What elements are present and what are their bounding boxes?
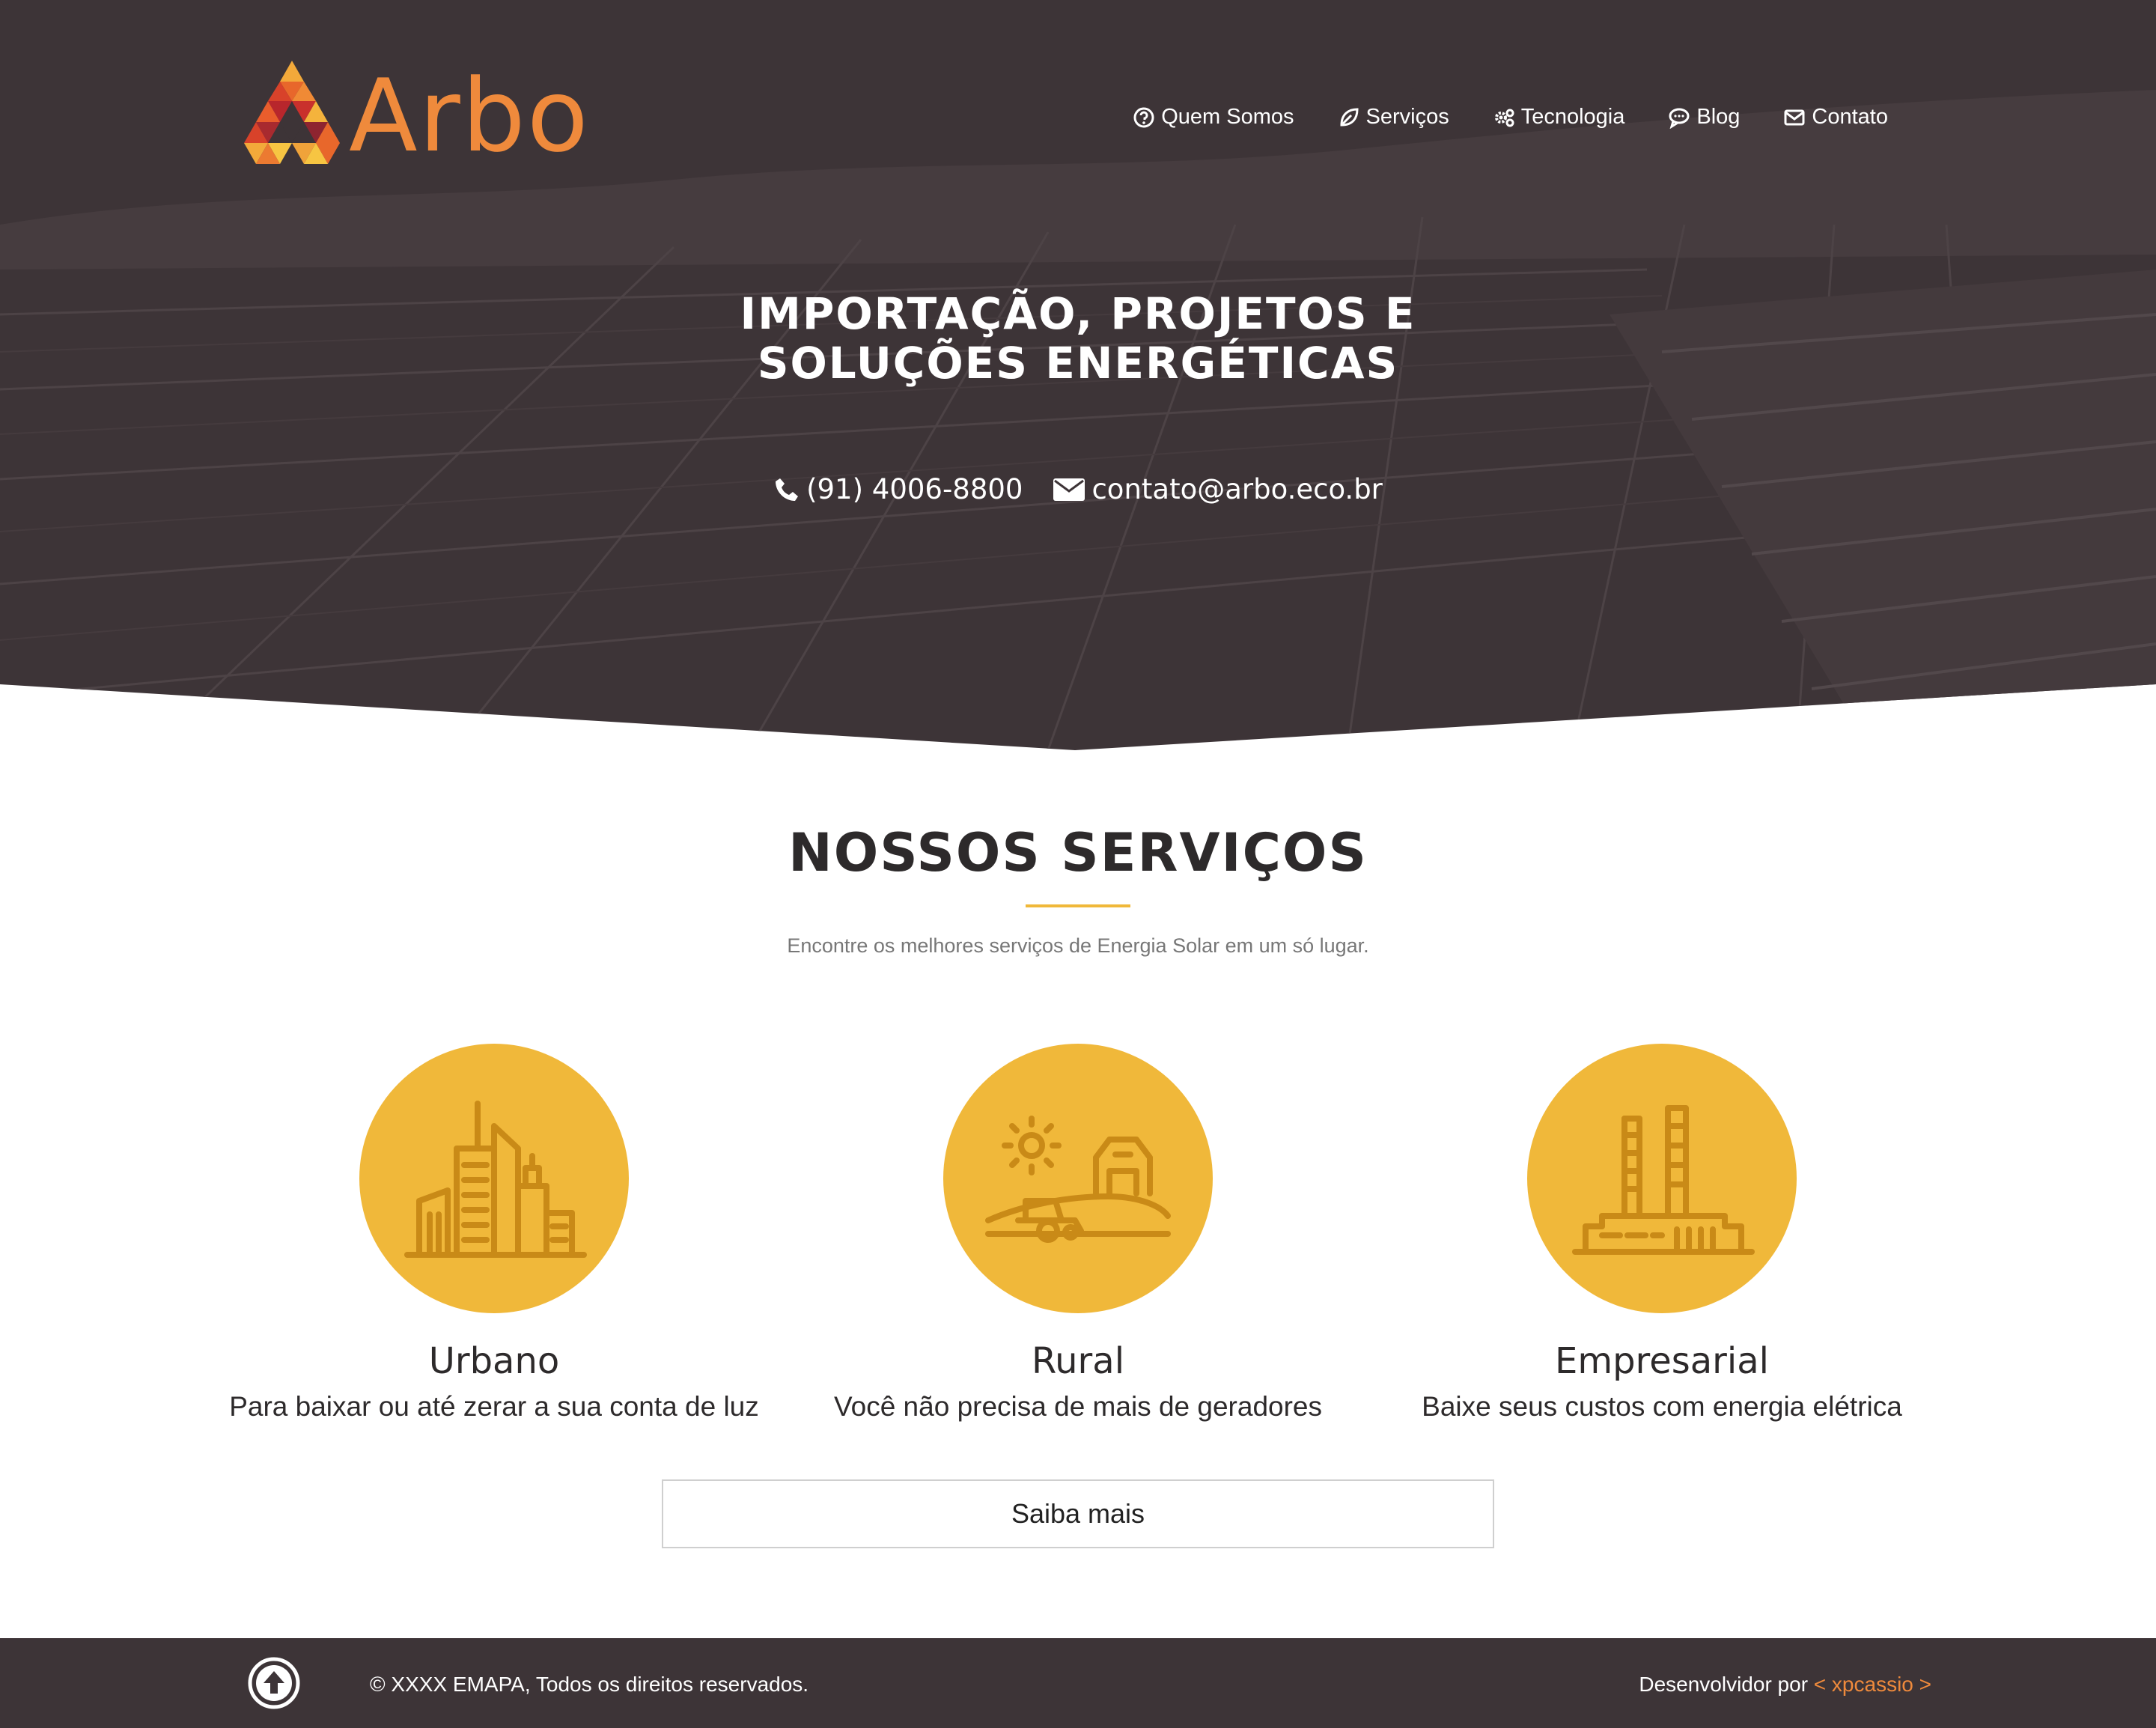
service-title: Empresarial (1554, 1340, 1769, 1382)
developer-credit: Desenvolvidor por < xpcassio > (1639, 1673, 1931, 1697)
nav-label: Contato (1812, 105, 1888, 129)
nav-tecnologia[interactable]: Tecnologia (1493, 105, 1625, 130)
hero-title-line-1: IMPORTAÇÃO, PROJETOS E (740, 288, 1416, 339)
nav-label: Tecnologia (1520, 105, 1625, 129)
nav-quem-somos[interactable]: Quem Somos (1133, 105, 1294, 130)
footer: © XXXX EMAPA, Todos os direitos reservad… (0, 1638, 2156, 1728)
scroll-to-top-icon[interactable] (247, 1656, 301, 1710)
service-card-empresarial[interactable]: Empresarial Baixe seus custos com energi… (1377, 1044, 1946, 1423)
title-underline (1026, 904, 1130, 907)
hero-title-line-2: SOLUÇÕES ENERGÉTICAS (757, 338, 1399, 389)
hero-contacts: (91) 4006-8800 contato@arbo.eco.br (0, 473, 2156, 505)
service-title: Rural (1031, 1340, 1125, 1382)
nav-servicos[interactable]: Serviços (1338, 105, 1449, 130)
envelope-icon (1784, 109, 1805, 125)
arbo-triangle-logo-icon (244, 61, 340, 164)
nav-label: Blog (1696, 105, 1741, 129)
phone-icon (776, 478, 799, 501)
services-title: NOSSOS SERVIÇOS (788, 822, 1368, 883)
leaf-icon (1340, 107, 1359, 127)
service-card-urbano[interactable]: Urbano Para baixar ou até zerar a sua co… (210, 1044, 779, 1423)
developer-prefix: Desenvolvidor por (1639, 1673, 1814, 1696)
gears-icon (1494, 109, 1514, 127)
saiba-mais-button[interactable]: Saiba mais (662, 1479, 1494, 1548)
nav-label: Serviços (1365, 105, 1449, 129)
city-buildings-icon (404, 1101, 587, 1258)
nav-label: Quem Somos (1161, 105, 1294, 129)
phone-number: (91) 4006-8800 (806, 473, 1023, 505)
envelope-icon (1053, 478, 1085, 501)
question-circle-icon (1133, 107, 1154, 127)
services-subtitle: Encontre os melhores serviços de Energia… (787, 934, 1369, 957)
logo[interactable]: Arbo (241, 60, 590, 172)
service-icon-circle (1527, 1044, 1797, 1313)
service-icon-circle (359, 1044, 629, 1313)
factory-icon (1572, 1105, 1755, 1255)
hero-banner: Arbo Quem Somos Serviços Tecnologia Blog… (0, 0, 2156, 750)
nav-blog[interactable]: Blog (1668, 105, 1740, 130)
service-description: Para baixar ou até zerar a sua conta de … (229, 1390, 759, 1422)
service-title: Urbano (428, 1340, 560, 1382)
service-description: Baixe seus custos com energia elétrica (1422, 1390, 1902, 1422)
email-contact[interactable]: contato@arbo.eco.br (1053, 473, 1383, 505)
farm-barn-icon (985, 1116, 1171, 1243)
copyright-text: © XXXX EMAPA, Todos os direitos reservad… (370, 1673, 809, 1696)
service-icon-circle (943, 1044, 1213, 1313)
phone-contact[interactable]: (91) 4006-8800 (773, 473, 1023, 505)
service-description: Você não precisa de mais de geradores (833, 1390, 1323, 1422)
developer-link[interactable]: < xpcassio > (1814, 1673, 1931, 1696)
chat-bubble-icon (1669, 108, 1690, 129)
hero-title: IMPORTAÇÃO, PROJETOS E SOLUÇÕES ENERGÉTI… (0, 289, 2156, 388)
email-address: contato@arbo.eco.br (1091, 473, 1383, 505)
main-nav: Quem Somos Serviços Tecnologia Blog Cont… (1089, 105, 1888, 130)
service-card-rural[interactable]: Rural Você não precisa de mais de gerado… (794, 1044, 1362, 1423)
nav-contato[interactable]: Contato (1783, 105, 1888, 130)
logo-wordmark: Arbo (349, 58, 590, 174)
